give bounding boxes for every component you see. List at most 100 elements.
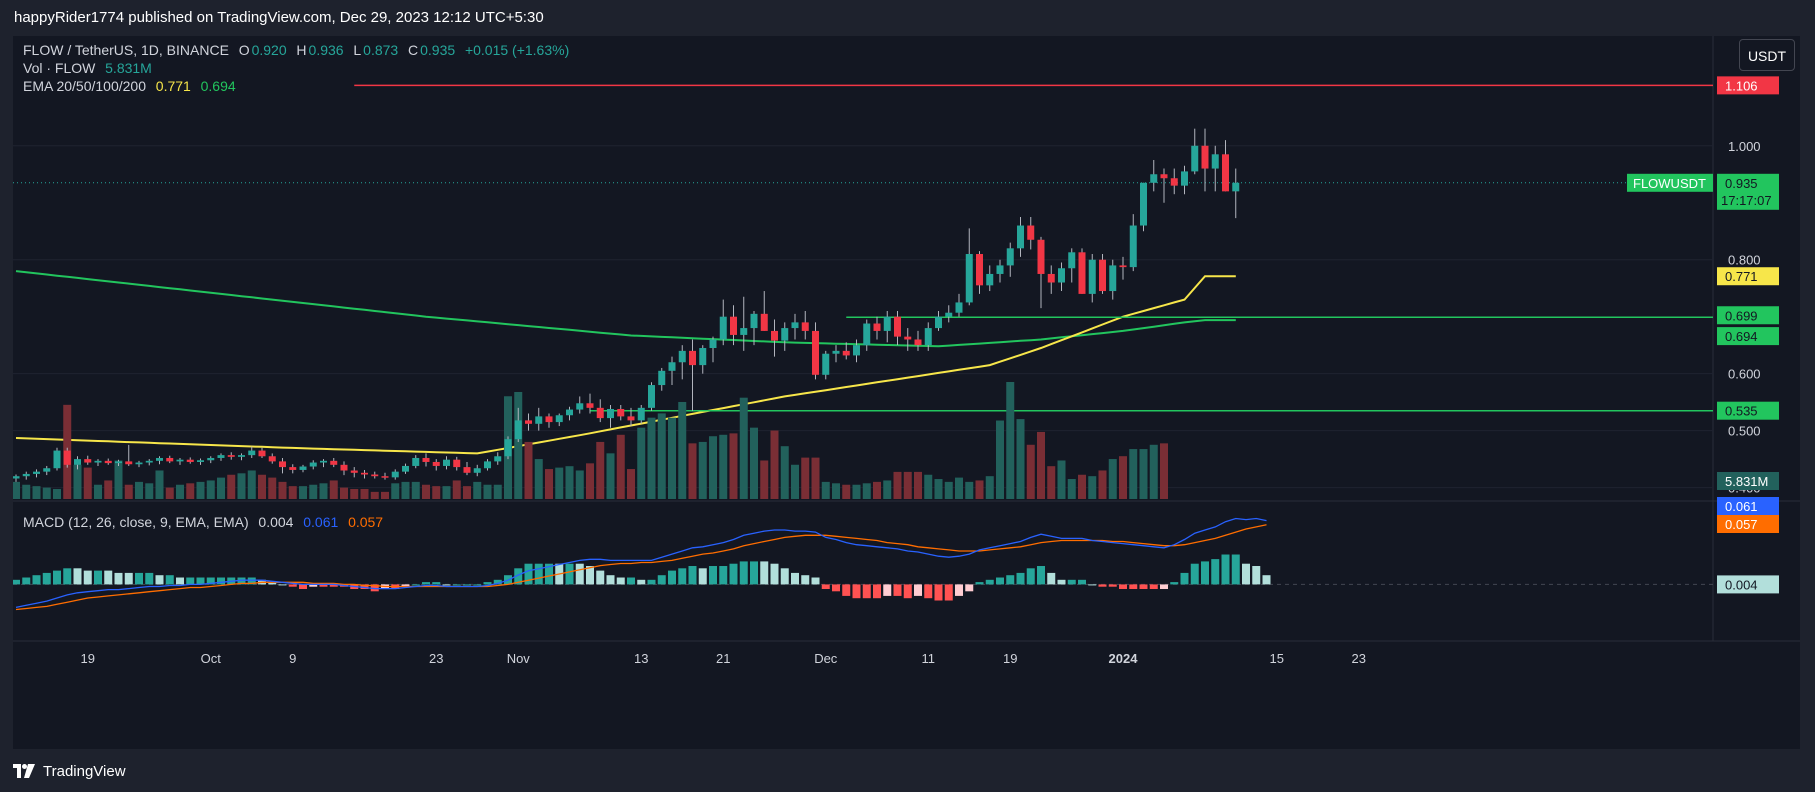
candle-body (678, 350, 686, 363)
volume-bar (196, 481, 205, 499)
macd-value: 0.061 (303, 514, 339, 530)
publisher-text: happyRider1774 published on TradingView.… (14, 9, 544, 26)
candle-body (1160, 174, 1168, 179)
candle-body (1170, 178, 1178, 186)
candle-body (156, 457, 163, 461)
candle-body (555, 415, 563, 423)
macd-hist-bar (422, 582, 430, 585)
macd-hist-bar (1160, 584, 1168, 590)
chart-canvas[interactable]: 1.0000.8000.6000.5000.4001.1060.7710.699… (13, 36, 1800, 749)
candle-body (596, 407, 604, 419)
volume-bar (657, 413, 666, 499)
macd-hist-bar (1088, 584, 1097, 586)
macd-hist-value: 0.004 (258, 514, 294, 530)
candle-body (1201, 145, 1209, 169)
volume-bar (493, 484, 502, 499)
volume-bar (104, 480, 113, 499)
volume-bar (750, 427, 758, 499)
candle-body (443, 459, 450, 466)
price-tick-label: 0.500 (1728, 424, 1761, 439)
macd-hist-bar (534, 563, 543, 585)
macd-hist-bar (647, 579, 656, 585)
macd-hist-bar (1016, 572, 1025, 585)
candle-body (863, 323, 871, 346)
currency-button[interactable]: USDT (1739, 39, 1795, 71)
macd-hist-bar (1026, 568, 1035, 585)
candle-body (299, 466, 307, 470)
candle-body (617, 408, 625, 417)
macd-hist-bar (176, 577, 184, 585)
macd-hist-bar (729, 563, 738, 585)
volume-bar (719, 434, 728, 499)
high-label: H (296, 42, 307, 58)
volume-bar (1006, 382, 1015, 499)
volume-bar (1108, 459, 1117, 499)
volume-value: 5.831M (105, 60, 152, 76)
macd-hist-bar (1242, 563, 1250, 585)
volume-bar (934, 479, 943, 499)
candle-body (289, 467, 297, 470)
volume-bar (862, 483, 871, 499)
candle-body (268, 456, 276, 462)
macd-hist-bar (1231, 554, 1240, 585)
macd-hist-bar (299, 584, 307, 590)
candle-body (33, 471, 40, 474)
support-lower-price-label-text: 0.535 (1725, 404, 1758, 419)
macd-hist-bar (596, 570, 605, 585)
macd-price-label: 0.061 (1717, 497, 1779, 515)
macd-hist-bar (463, 584, 471, 586)
ema200-value: 0.694 (200, 78, 236, 94)
time-tick-label: Nov (507, 651, 531, 666)
macd-hist-bar (114, 572, 123, 585)
volume-bar (258, 474, 266, 499)
macd-hist-bar (13, 579, 20, 585)
macd-hist-bar (155, 575, 164, 585)
volume-bar (411, 481, 420, 499)
volume-legend: Vol · FLOW 5.831M (23, 60, 154, 76)
candle-body (1119, 265, 1127, 268)
candle-body (699, 348, 707, 366)
macd-hist-bar (616, 577, 625, 585)
candle-body (1058, 268, 1065, 283)
volume-bar (729, 433, 738, 499)
volume-bar (145, 483, 154, 499)
macd-hist-bar (32, 575, 41, 585)
candle-body (730, 316, 737, 335)
ema-legend: EMA 20/50/100/200 0.771 0.694 (23, 78, 238, 94)
time-tick-label: Oct (201, 651, 222, 666)
macd-hist-bar (821, 584, 830, 590)
tradingview-brand: TradingView (43, 762, 126, 780)
volume-bar (873, 481, 881, 499)
volume-bar (811, 457, 820, 499)
candle-body (104, 460, 112, 464)
low-value: 0.873 (363, 42, 399, 58)
macd-hist-bar (883, 584, 892, 596)
chart-area[interactable]: 1.0000.8000.6000.5000.4001.1060.7710.699… (13, 36, 1800, 749)
macd-hist-bar (1190, 563, 1199, 585)
volume-bar (852, 484, 861, 499)
macd-hist-bar (750, 561, 758, 585)
macd-hist-bar (811, 577, 820, 585)
open-value: 0.920 (251, 42, 287, 58)
volume-bar (22, 484, 31, 499)
macd-hist-bar (83, 570, 92, 585)
volume-bar (340, 487, 348, 499)
volume-bar (668, 417, 676, 499)
volume-bar (524, 441, 533, 499)
ema20-price-label: 0.771 (1717, 267, 1779, 286)
candle-body (402, 465, 409, 472)
candle-body (566, 409, 573, 416)
candle-body (1027, 225, 1035, 240)
macd-hist-bar (483, 582, 492, 585)
volume-bar (893, 471, 902, 499)
volume-bar (842, 484, 851, 499)
macd-hist-bar (196, 577, 205, 585)
volume-bar (1088, 476, 1097, 499)
candle-body (822, 353, 830, 375)
ema20-price-label-text: 0.771 (1725, 269, 1758, 284)
candle-body (996, 265, 1004, 274)
time-tick-label: 11 (922, 651, 936, 666)
volume-bar (114, 460, 123, 499)
macd-hist-bar (965, 584, 974, 592)
time-tick-label: 23 (1352, 651, 1366, 666)
